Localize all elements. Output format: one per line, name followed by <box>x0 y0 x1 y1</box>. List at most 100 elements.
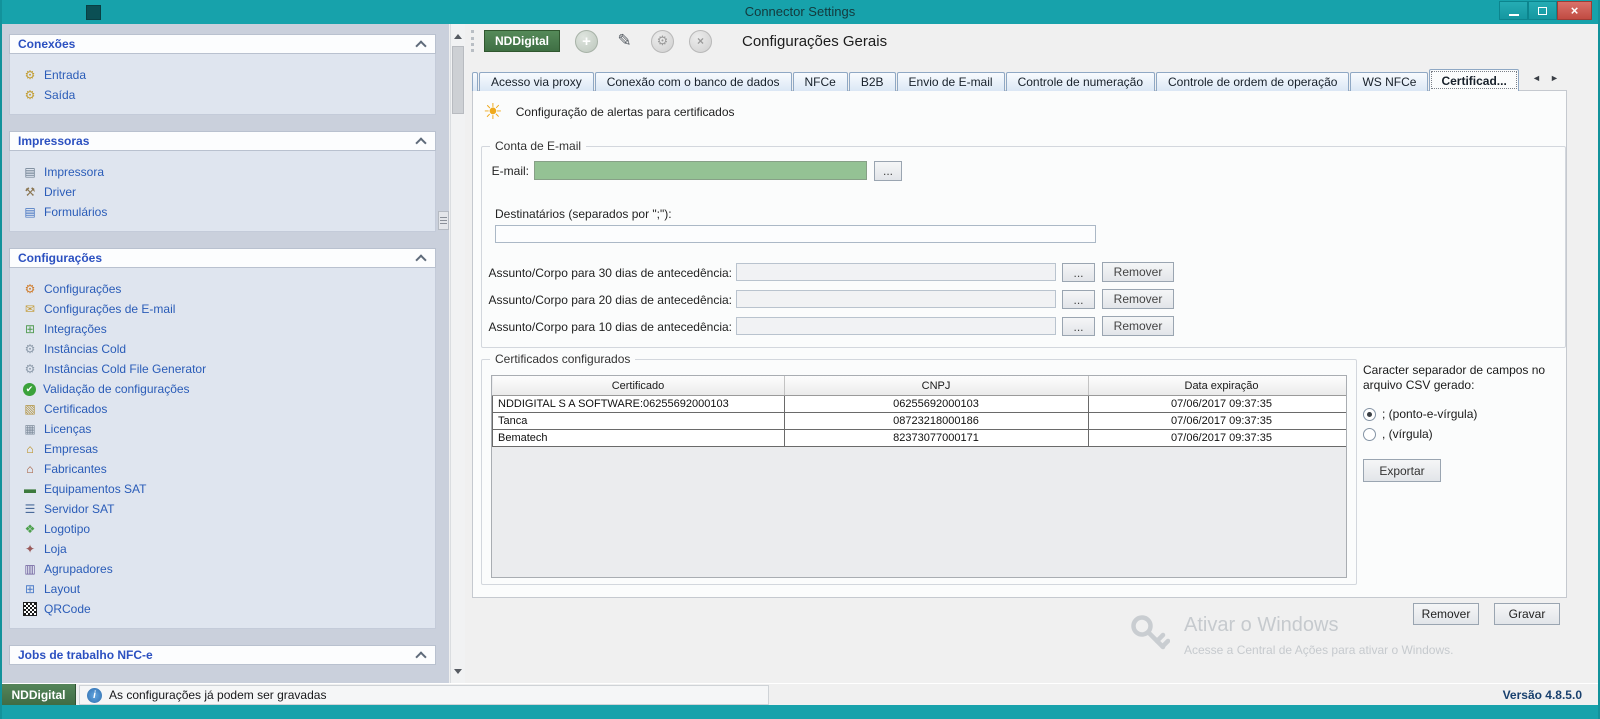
edit-button[interactable]: ✎ <box>613 30 636 53</box>
scrollbar-thumb[interactable] <box>452 46 464 114</box>
sidebar-item-formularios[interactable]: ▤ Formulários <box>10 202 435 222</box>
group-header-conexoes[interactable]: Conexões <box>9 34 436 54</box>
close-button[interactable]: × <box>1557 1 1592 20</box>
tab-partial[interactable] <box>472 72 478 91</box>
sidebar-item-qrcode[interactable]: QRCode <box>10 599 435 619</box>
radio-semicolon[interactable]: ; (ponto-e-vírgula) <box>1363 404 1568 424</box>
table-cell: 08723218000186 <box>784 413 1088 430</box>
sidebar-item-instancias-cold[interactable]: ⚙ Instâncias Cold <box>10 339 435 359</box>
subject-30-remove-button[interactable]: Remover <box>1102 262 1174 282</box>
subject-10-remove-button[interactable]: Remover <box>1102 316 1174 336</box>
sidebar-item-label: Layout <box>44 582 80 596</box>
close-icon: × <box>697 34 704 48</box>
subject-20-label: Assunto/Corpo para 20 dias de antecedênc… <box>482 293 732 307</box>
subject-10-input[interactable] <box>736 317 1056 335</box>
add-button[interactable]: + <box>575 30 598 53</box>
sidebar-item-layout[interactable]: ⊞ Layout <box>10 579 435 599</box>
sidebar-item-equipamentos-sat[interactable]: ▬ Equipamentos SAT <box>10 479 435 499</box>
radio-comma[interactable]: , (vírgula) <box>1363 424 1568 444</box>
scroll-down-button[interactable] <box>451 663 465 679</box>
recipients-input[interactable] <box>495 225 1096 243</box>
sidebar-item-impressora[interactable]: ▤ Impressora <box>10 162 435 182</box>
sidebar-item-empresas[interactable]: ⌂ Empresas <box>10 439 435 459</box>
csv-separator-label: Caracter separador de campos no arquivo … <box>1363 363 1568 393</box>
image-icon: ❖ <box>23 522 37 536</box>
watermark: Ativar o Windows Acesse a Central de Açõ… <box>1128 612 1453 658</box>
settings-button[interactable]: ⚙ <box>651 30 674 53</box>
group-header-configuracoes[interactable]: Configurações <box>9 248 436 268</box>
tab-scroll-right-button[interactable]: ► <box>1548 73 1561 83</box>
tab-conexao-banco-dados[interactable]: Conexão com o banco de dados <box>595 72 792 91</box>
export-button[interactable]: Exportar <box>1363 459 1441 482</box>
group-header-impressoras[interactable]: Impressoras <box>9 131 436 151</box>
subject-20-input[interactable] <box>736 290 1056 308</box>
statusbar-brand: NDDigital <box>2 684 76 706</box>
column-header-certificado[interactable]: Certificado <box>493 376 785 396</box>
sidebar-item-loja[interactable]: ✦ Loja <box>10 539 435 559</box>
tab-envio-email[interactable]: Envio de E-mail <box>897 72 1005 91</box>
sidebar-item-integracoes[interactable]: ⊞ Integrações <box>10 319 435 339</box>
tab-ws-nfce[interactable]: WS NFCe <box>1350 72 1428 91</box>
group-body: ⚙ Entrada ⚙ Saída <box>9 54 436 115</box>
sidebar-item-agrupadores[interactable]: ▥ Agrupadores <box>10 559 435 579</box>
tab-b2b[interactable]: B2B <box>849 72 896 91</box>
subject-20-browse-button[interactable]: ... <box>1062 290 1095 309</box>
sidebar-item-logotipo[interactable]: ❖ Logotipo <box>10 519 435 539</box>
tab-controle-ordem-operacao[interactable]: Controle de ordem de operação <box>1156 72 1349 91</box>
sidebar-item-driver[interactable]: ⚒ Driver <box>10 182 435 202</box>
chevron-up-icon[interactable] <box>415 137 426 148</box>
sidebar-item-servidor-sat[interactable]: ☰ Servidor SAT <box>10 499 435 519</box>
subject-30-browse-button[interactable]: ... <box>1062 263 1095 282</box>
subject-30-input[interactable] <box>736 263 1056 281</box>
tab-controle-numeracao[interactable]: Controle de numeração <box>1006 72 1155 91</box>
tab-acesso-via-proxy[interactable]: Acesso via proxy <box>479 72 594 91</box>
subject-10-browse-button[interactable]: ... <box>1062 317 1095 336</box>
sidebar-scrollbar[interactable] <box>450 24 465 683</box>
sidebar-item-label: QRCode <box>44 602 91 616</box>
toolbar-grip-icon[interactable] <box>471 30 474 52</box>
email-groupbox-title: Conta de E-mail <box>490 139 586 153</box>
save-button[interactable]: Gravar <box>1494 603 1560 625</box>
watermark-subtitle: Acesse a Central de Ações para ativar o … <box>1184 643 1453 657</box>
info-icon: i <box>87 688 102 703</box>
sidebar-group-jobs-nfce: Jobs de trabalho NFC-e <box>9 645 436 665</box>
email-browse-button[interactable]: ... <box>874 161 902 181</box>
sidebar-item-instancias-cold-file-generator[interactable]: ⚙ Instâncias Cold File Generator <box>10 359 435 379</box>
sidebar-item-saida[interactable]: ⚙ Saída <box>10 85 435 105</box>
form-icon: ▤ <box>23 205 37 219</box>
sidebar-item-configuracoes[interactable]: ⚙ Configurações <box>10 279 435 299</box>
column-header-cnpj[interactable]: CNPJ <box>784 376 1088 396</box>
column-header-data-expiracao[interactable]: Data expiração <box>1088 376 1347 396</box>
subject-20-remove-button[interactable]: Remover <box>1102 289 1174 309</box>
sidebar-item-certificados[interactable]: ▧ Certificados <box>10 399 435 419</box>
table-cell: 82373077000171 <box>784 430 1088 447</box>
chevron-up-icon[interactable] <box>415 651 426 662</box>
sidebar-item-entrada[interactable]: ⚙ Entrada <box>10 65 435 85</box>
table-row[interactable]: Tanca 08723218000186 07/06/2017 09:37:35 <box>493 413 1348 430</box>
scroll-up-button[interactable] <box>451 28 465 44</box>
tab-nfce[interactable]: NFCe <box>793 72 848 91</box>
titlebar[interactable]: Connector Settings × <box>2 0 1598 24</box>
chevron-up-icon[interactable] <box>415 40 426 51</box>
certificates-table[interactable]: Certificado CNPJ Data expiração NDDIGITA… <box>491 375 1347 578</box>
sidebar-item-validacao[interactable]: ✔ Validação de configurações <box>10 379 435 399</box>
group-body: ▤ Impressora ⚒ Driver ▤ Formulários <box>9 151 436 232</box>
tab-scroll-left-button[interactable]: ◄ <box>1530 73 1543 83</box>
sidebar-item-configuracoes-email[interactable]: ✉ Configurações de E-mail <box>10 299 435 319</box>
tab-certificados[interactable]: Certificad... <box>1429 69 1518 91</box>
cancel-button[interactable]: × <box>689 30 712 53</box>
status-message: As configurações já podem ser gravadas <box>109 688 326 702</box>
group-body: ⚙ Configurações ✉ Configurações de E-mai… <box>9 268 436 629</box>
sidebar-item-licencas[interactable]: ▦ Licenças <box>10 419 435 439</box>
table-row[interactable]: Bematech 82373077000171 07/06/2017 09:37… <box>493 430 1348 447</box>
group-header-jobs-nfce[interactable]: Jobs de trabalho NFC-e <box>9 645 436 665</box>
minimize-button[interactable] <box>1499 1 1528 20</box>
table-row[interactable]: NDDIGITAL S A SOFTWARE:06255692000103 06… <box>493 396 1348 413</box>
splitter-grip[interactable] <box>438 211 449 230</box>
email-input[interactable] <box>534 161 867 180</box>
sidebar-item-fabricantes[interactable]: ⌂ Fabricantes <box>10 459 435 479</box>
radio-unselected-icon <box>1363 428 1376 441</box>
maximize-button[interactable] <box>1528 1 1557 20</box>
status-message-panel: i As configurações já podem ser gravadas <box>79 685 769 705</box>
chevron-up-icon[interactable] <box>415 254 426 265</box>
